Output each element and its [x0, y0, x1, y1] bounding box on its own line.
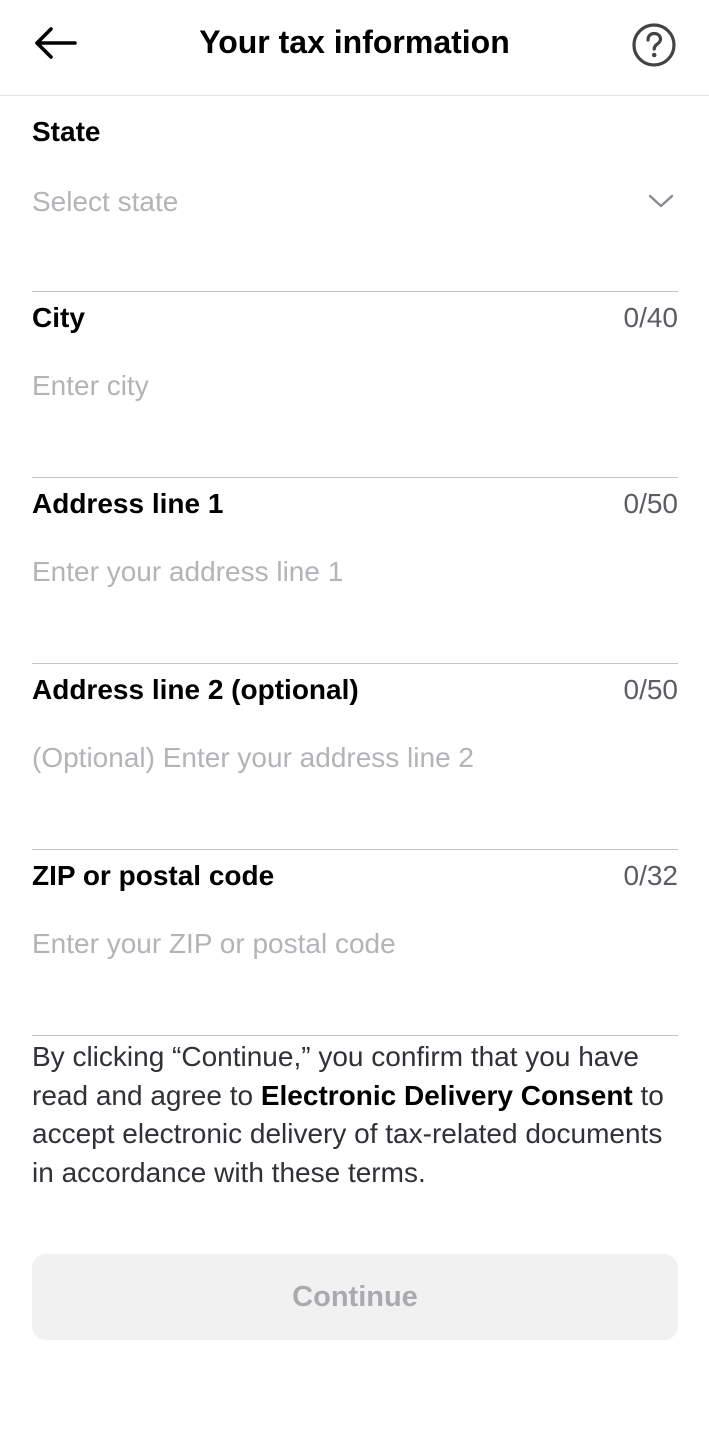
zip-label: ZIP or postal code [32, 860, 275, 891]
city-label: City [32, 302, 85, 333]
address-line-1-label: Address line 1 [32, 488, 224, 519]
address-line-2-char-counter: 0/50 [623, 674, 679, 705]
address-line-1-input[interactable] [32, 544, 678, 600]
zip-char-counter: 0/32 [623, 860, 679, 891]
state-label: State [32, 116, 101, 147]
question-circle-icon [631, 22, 677, 73]
electronic-delivery-consent-link[interactable]: Electronic Delivery Consent [261, 1080, 633, 1111]
consent-text: By clicking “Continue,” you confirm that… [32, 1038, 678, 1192]
zip-field: ZIP or postal code 0/32 [32, 850, 678, 1036]
state-placeholder: Select state [32, 186, 179, 217]
address-line-1-field: Address line 1 0/50 [32, 478, 678, 664]
state-field: State Select state [32, 106, 678, 292]
address-line-2-field: Address line 2 (optional) 0/50 [32, 664, 678, 850]
city-field: City 0/40 [32, 292, 678, 478]
chevron-down-icon [646, 186, 676, 216]
zip-input[interactable] [32, 916, 678, 972]
continue-button[interactable]: Continue [32, 1254, 678, 1340]
address-line-1-char-counter: 0/50 [623, 488, 679, 519]
state-select[interactable]: Select state [32, 172, 678, 228]
page-title: Your tax information [199, 24, 510, 60]
address-line-2-input[interactable] [32, 730, 678, 786]
city-char-counter: 0/40 [623, 302, 679, 333]
address-line-2-label: Address line 2 (optional) [32, 674, 359, 705]
city-input[interactable] [32, 358, 678, 414]
help-button[interactable] [630, 22, 678, 73]
top-bar: Your tax information [0, 0, 709, 96]
